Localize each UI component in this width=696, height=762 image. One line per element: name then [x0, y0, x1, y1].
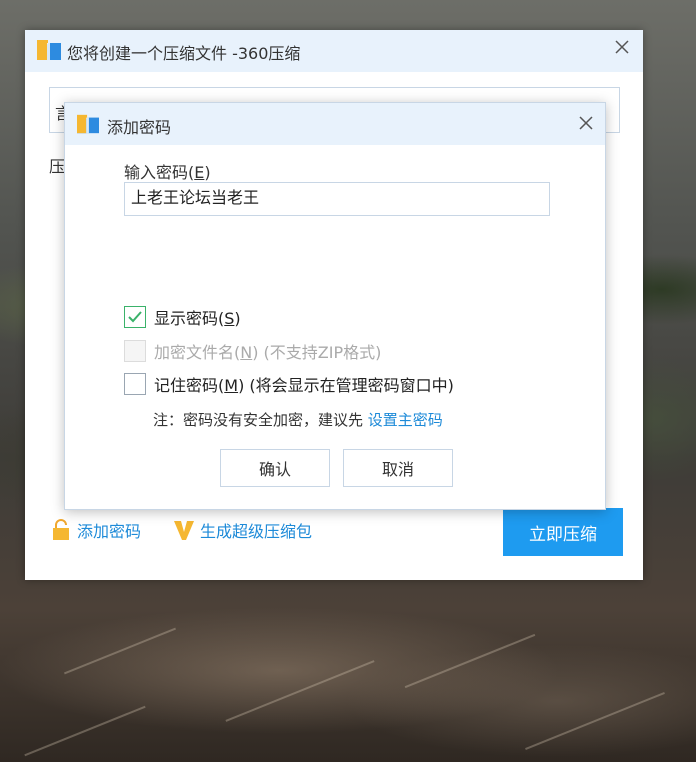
super-pack-link[interactable]: 生成超级压缩包	[173, 518, 312, 542]
dialog-titlebar: 添加密码	[65, 103, 605, 145]
archive-icon	[37, 40, 61, 60]
set-master-password-link[interactable]: 设置主密码	[368, 411, 443, 429]
super-v-icon	[174, 521, 194, 540]
security-note: 注：密码没有安全加密，建议先 设置主密码	[153, 411, 443, 429]
show-password-checkbox[interactable]: 显示密码(S)	[124, 305, 241, 329]
remember-password-checkbox[interactable]: 记住密码(M) (将会显示在管理密码窗口中)	[124, 372, 454, 396]
add-password-label: 添加密码	[77, 522, 142, 541]
compression-label: 压	[49, 157, 66, 176]
dialog-title: 添加密码	[107, 118, 172, 137]
checkbox-box[interactable]	[124, 373, 146, 395]
main-titlebar: 您将创建一个压缩文件 -360压缩	[25, 30, 643, 72]
show-password-label: 显示密码(S)	[154, 309, 241, 328]
compress-now-button[interactable]: 立即压缩	[503, 508, 623, 556]
password-label: 输入密码(E)	[124, 163, 211, 182]
close-icon[interactable]	[577, 114, 595, 132]
encrypt-filename-label: 加密文件名(N) (不支持ZIP格式)	[154, 343, 382, 362]
super-pack-label: 生成超级压缩包	[200, 522, 313, 541]
remember-password-label: 记住密码(M) (将会显示在管理密码窗口中)	[154, 376, 454, 395]
main-window-title: 您将创建一个压缩文件 -360压缩	[67, 44, 301, 63]
add-password-link[interactable]: 添加密码	[51, 518, 141, 542]
add-password-dialog: 添加密码 输入密码(E) 上老王论坛当老王 显示密码(S) 加密文件名(N) (…	[64, 102, 606, 510]
cancel-button[interactable]: 取消	[343, 449, 453, 487]
confirm-button[interactable]: 确认	[220, 449, 330, 487]
checkbox-box	[124, 340, 146, 362]
lock-icon	[53, 519, 69, 540]
password-input[interactable]: 上老王论坛当老王	[124, 182, 550, 216]
checkmark-icon	[128, 311, 142, 323]
archive-icon	[77, 114, 99, 134]
encrypt-filename-checkbox: 加密文件名(N) (不支持ZIP格式)	[124, 339, 381, 363]
checkbox-box[interactable]	[124, 306, 146, 328]
close-icon[interactable]	[613, 38, 631, 56]
